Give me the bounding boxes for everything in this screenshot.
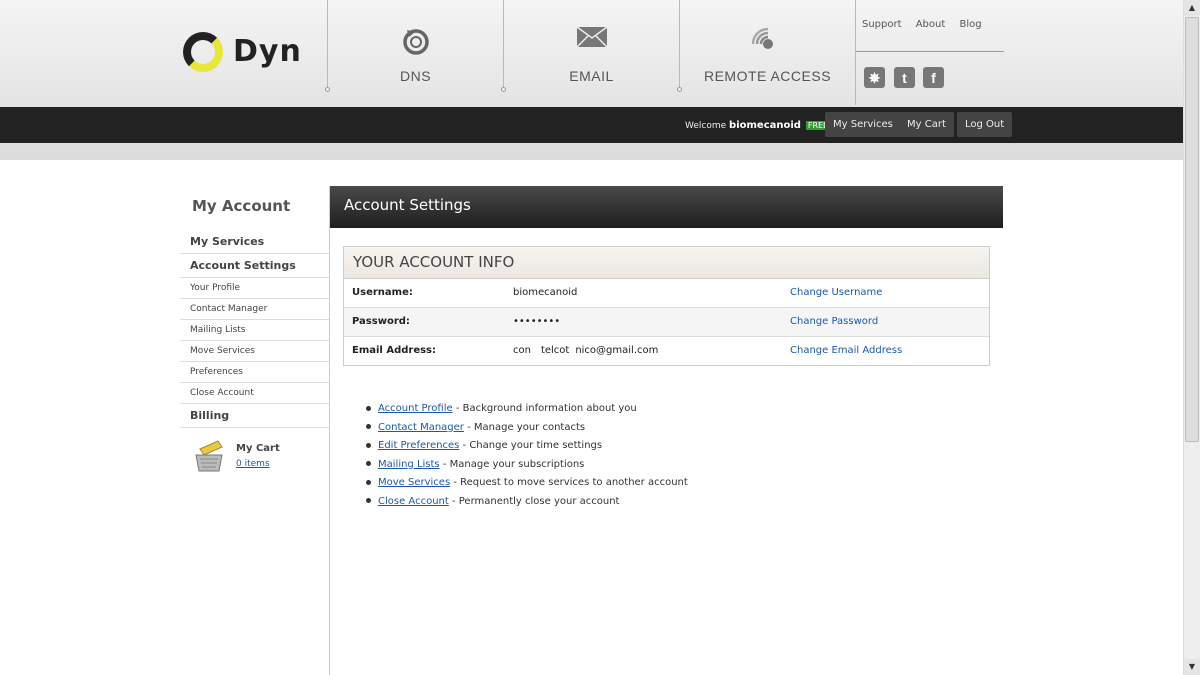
nav-tab-email[interactable]: EMAIL — [504, 0, 679, 92]
bullet — [366, 424, 371, 429]
account-profile-link[interactable]: Account Profile — [378, 403, 453, 414]
sidebar-item-my-services[interactable]: My Services — [180, 230, 329, 254]
edit-preferences-link[interactable]: Edit Preferences — [378, 440, 459, 451]
cart-count-link[interactable]: 0 items — [236, 459, 270, 469]
welcome-text: Welcome — [685, 121, 727, 131]
username: biomecanoid — [729, 120, 801, 131]
my-cart-button[interactable]: My Cart — [899, 112, 954, 137]
panel-title: YOUR ACCOUNT INFO — [344, 247, 989, 279]
list-item: Edit Preferences - Change your time sett… — [366, 437, 688, 456]
list-item: Move Services - Request to move services… — [366, 474, 688, 493]
list-item: Mailing Lists - Manage your subscription… — [366, 456, 688, 475]
vertical-scrollbar[interactable]: ▲ ▼ — [1183, 0, 1200, 675]
support-link[interactable]: Support — [862, 19, 902, 30]
blog-icon[interactable]: ✵ — [864, 67, 885, 88]
account-sidebar: My Account My Services Account Settings … — [180, 186, 330, 675]
logo-text: Dyn — [233, 34, 302, 69]
change-email-link[interactable]: Change Email Address — [790, 337, 902, 365]
scrollbar-thumb[interactable] — [1185, 17, 1199, 442]
contact-manager-link[interactable]: Contact Manager — [378, 422, 464, 433]
info-row-email: Email Address: con telcot nico@gmail.com… — [344, 337, 989, 366]
field-value: •••••••• — [513, 316, 561, 327]
change-username-link[interactable]: Change Username — [790, 279, 882, 307]
link-description: - Manage your subscriptions — [439, 458, 585, 470]
mailing-lists-link[interactable]: Mailing Lists — [378, 459, 440, 470]
sidebar-item-preferences[interactable]: Preferences — [180, 362, 329, 383]
nav-tab-label: REMOTE ACCESS — [703, 68, 832, 84]
info-row-username: Username: biomecanoid Change Username — [344, 279, 989, 308]
sidebar-item-billing[interactable]: Billing — [180, 404, 329, 428]
twitter-icon[interactable]: t — [894, 67, 915, 88]
account-info-panel: YOUR ACCOUNT INFO Username: biomecanoid … — [343, 246, 990, 366]
bullet — [366, 442, 371, 448]
link-description: - Background information about you — [452, 403, 637, 414]
nav-tab-remote-access[interactable]: REMOTE ACCESS — [680, 0, 855, 92]
about-link[interactable]: About — [916, 19, 946, 30]
utility-links: Support About Blog ✵ t f — [855, 0, 1005, 105]
list-item: Account Profile - Background information… — [366, 400, 688, 419]
signal-icon — [751, 27, 773, 49]
refresh-icon — [402, 29, 429, 55]
list-item: Close Account - Permanently close your a… — [366, 493, 688, 512]
info-row-password: Password: •••••••• Change Password — [344, 308, 989, 337]
sidebar-item-account-settings[interactable]: Account Settings — [180, 254, 329, 278]
move-services-link[interactable]: Move Services — [378, 477, 450, 488]
sidebar-item-mailing-lists[interactable]: Mailing Lists — [180, 320, 329, 341]
field-value: con telcot nico@gmail.com — [513, 345, 659, 356]
link-description: - Permanently close your account — [448, 495, 620, 507]
bullet — [366, 405, 371, 411]
scroll-up-icon[interactable]: ▲ — [1184, 0, 1200, 16]
bullet — [366, 479, 371, 485]
link-description: - Change your time settings — [459, 440, 603, 451]
sidebar-item-your-profile[interactable]: Your Profile — [180, 278, 329, 299]
sidebar-title: My Account — [192, 197, 291, 215]
sidebar-item-contact-manager[interactable]: Contact Manager — [180, 299, 329, 320]
field-label: Email Address: — [352, 345, 437, 356]
page-title: Account Settings — [330, 186, 1003, 228]
dyn-logo[interactable]: Dyn — [183, 30, 303, 74]
logo-ring-icon — [183, 32, 223, 72]
scroll-down-icon[interactable]: ▼ — [1184, 659, 1200, 675]
link-description: - Request to move services to another ac… — [450, 477, 688, 488]
user-bar: Welcome biomecanoid FREE My Services My … — [0, 107, 1183, 143]
nav-tab-label: DNS — [399, 68, 432, 84]
bullet — [366, 498, 371, 503]
field-label: Password: — [352, 316, 410, 327]
link-description: - Manage your contacts — [463, 421, 586, 433]
bullet — [366, 461, 371, 466]
list-item: Contact Manager - Manage your contacts — [366, 419, 688, 438]
facebook-icon[interactable]: f — [923, 67, 944, 88]
field-label: Username: — [352, 287, 413, 298]
blog-link[interactable]: Blog — [959, 19, 981, 30]
cart-label: My Cart — [236, 443, 280, 454]
field-value: biomecanoid — [513, 287, 578, 298]
my-services-button[interactable]: My Services — [825, 112, 901, 137]
shopping-basket-icon — [195, 440, 223, 472]
log-out-button[interactable]: Log Out — [957, 112, 1013, 137]
account-links-list: Account Profile - Background information… — [366, 400, 688, 511]
change-password-link[interactable]: Change Password — [790, 308, 878, 336]
nav-tab-label: EMAIL — [569, 68, 614, 84]
close-account-link[interactable]: Close Account — [378, 496, 449, 507]
nav-tab-dns[interactable]: DNS — [328, 0, 503, 92]
divider — [856, 51, 1004, 52]
sidebar-item-move-services[interactable]: Move Services — [180, 341, 329, 362]
envelope-icon — [575, 26, 608, 48]
welcome-message: Welcome biomecanoid FREE — [685, 120, 831, 131]
sidebar-item-close-account[interactable]: Close Account — [180, 383, 329, 404]
